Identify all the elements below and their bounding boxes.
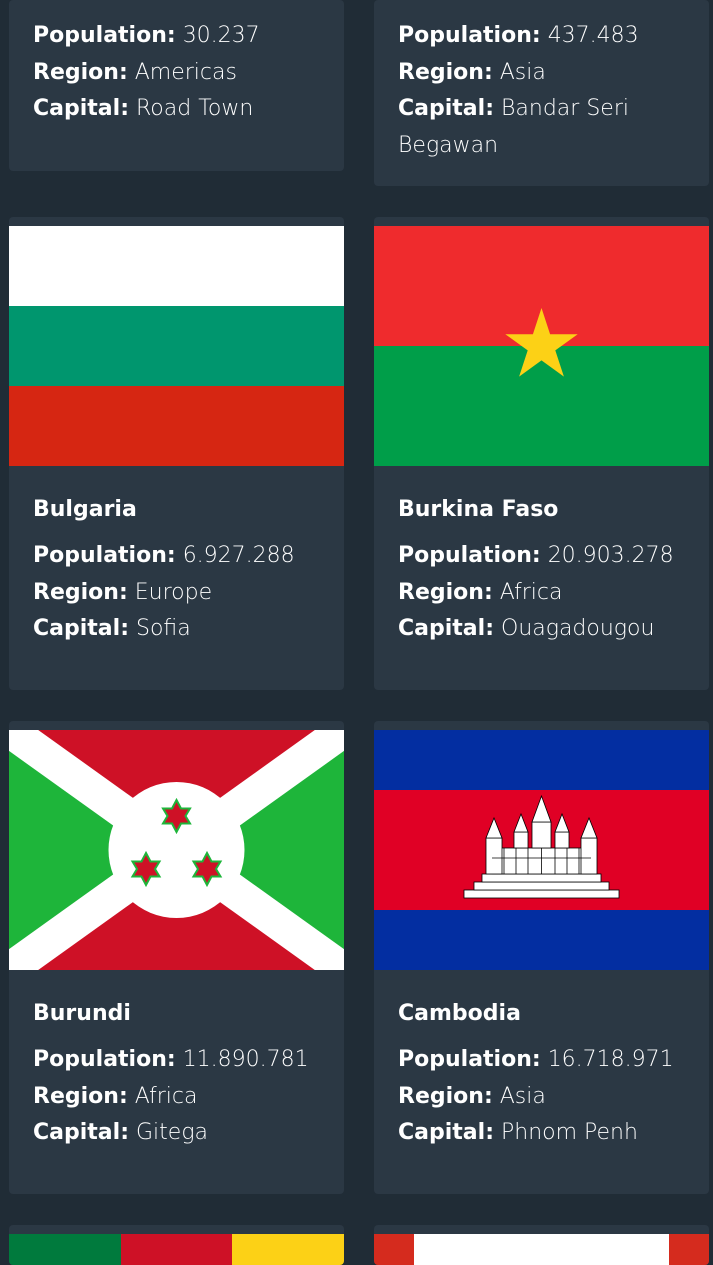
population-value: 16.718.971 (547, 1047, 674, 1072)
population-label: Population (33, 543, 176, 568)
region-label: Region (398, 60, 493, 85)
region-value: Asia (499, 59, 546, 85)
country-card-burundi[interactable]: Burundi Population 11.890.781 Region Afr… (9, 721, 344, 1194)
region-row: Region Africa (398, 575, 697, 612)
country-name[interactable]: Bulgaria (33, 496, 332, 524)
population-label: Population (33, 1047, 176, 1072)
population-row: Population 437.483 (398, 18, 697, 55)
capital-label: Capital (398, 96, 494, 121)
region-row: Region Asia (398, 1079, 697, 1116)
flag-image-partial (9, 1234, 344, 1265)
country-info: Burkina Faso Population 20.903.278 Regio… (398, 496, 697, 648)
country-info: Bulgaria Population 6.927.288 Region Eur… (33, 496, 332, 648)
population-row: Population 6.927.288 (33, 538, 332, 575)
country-card-cambodia[interactable]: Cambodia Population 16.718.971 Region As… (374, 721, 709, 1194)
capital-label: Capital (33, 616, 129, 641)
population-row: Population 20.903.278 (398, 538, 697, 575)
capital-label: Capital (33, 96, 129, 121)
region-label: Region (398, 1084, 493, 1109)
country-card-british-virgin-islands[interactable]: Population 30.237 Region Americas Capita… (9, 0, 344, 171)
country-card-brunei[interactable]: Population 437.483 Region Asia Capital B… (374, 0, 709, 186)
capital-row: Capital Phnom Penh (398, 1115, 697, 1152)
region-value: Africa (499, 579, 563, 605)
country-info: Population 437.483 Region Asia Capital B… (398, 18, 697, 164)
region-row: Region Europe (33, 575, 332, 612)
capital-value: Sofia (136, 616, 191, 641)
region-value: Americas (134, 59, 237, 85)
population-value: 6.927.288 (182, 543, 295, 568)
capital-row: Capital Sofia (33, 611, 332, 648)
population-value: 11.890.781 (182, 1047, 309, 1072)
capital-label: Capital (398, 616, 494, 641)
population-label: Population (398, 1047, 541, 1072)
capital-row: Capital Bandar Seri Begawan (398, 91, 697, 164)
region-row: Region Africa (33, 1079, 332, 1116)
country-name[interactable]: Burundi (33, 1000, 332, 1028)
region-label: Region (398, 580, 493, 605)
population-label: Population (33, 23, 176, 48)
capital-value: Gitega (136, 1120, 209, 1145)
region-label: Region (33, 580, 128, 605)
country-info: Population 30.237 Region Americas Capita… (33, 18, 332, 128)
country-card-next-right[interactable] (374, 1225, 709, 1265)
country-card-next-left[interactable] (9, 1225, 344, 1265)
cambodia-flag-image (374, 730, 709, 970)
population-value: 20.903.278 (547, 543, 674, 568)
country-name[interactable]: Burkina Faso (398, 496, 697, 524)
region-value: Europe (134, 579, 213, 605)
country-card-burkina-faso[interactable]: Burkina Faso Population 20.903.278 Regio… (374, 217, 709, 690)
country-info: Cambodia Population 16.718.971 Region As… (398, 1000, 697, 1152)
bulgaria-flag-image (9, 226, 344, 466)
country-card-bulgaria[interactable]: Bulgaria Population 6.927.288 Region Eur… (9, 217, 344, 690)
region-value: Africa (134, 1083, 198, 1109)
capital-label: Capital (33, 1120, 129, 1145)
region-row: Region Asia (398, 55, 697, 92)
burundi-flag-image (9, 730, 344, 970)
burkina-faso-flag-image (374, 226, 709, 466)
population-row: Population 30.237 (33, 18, 332, 55)
capital-value: Ouagadougou (501, 616, 655, 641)
population-value: 30.237 (182, 23, 260, 48)
flag-image-partial (374, 1234, 709, 1265)
capital-row: Capital Gitega (33, 1115, 332, 1152)
country-name[interactable]: Cambodia (398, 1000, 697, 1028)
region-label: Region (33, 60, 128, 85)
country-info: Burundi Population 11.890.781 Region Afr… (33, 1000, 332, 1152)
capital-row: Capital Road Town (33, 91, 332, 128)
region-row: Region Americas (33, 55, 332, 92)
region-value: Asia (499, 1083, 546, 1109)
population-row: Population 11.890.781 (33, 1042, 332, 1079)
population-value: 437.483 (547, 23, 639, 48)
population-label: Population (398, 543, 541, 568)
population-label: Population (398, 23, 541, 48)
population-row: Population 16.718.971 (398, 1042, 697, 1079)
region-label: Region (33, 1084, 128, 1109)
capital-value: Road Town (136, 96, 254, 121)
capital-value: Phnom Penh (501, 1120, 638, 1145)
capital-row: Capital Ouagadougou (398, 611, 697, 648)
capital-label: Capital (398, 1120, 494, 1145)
